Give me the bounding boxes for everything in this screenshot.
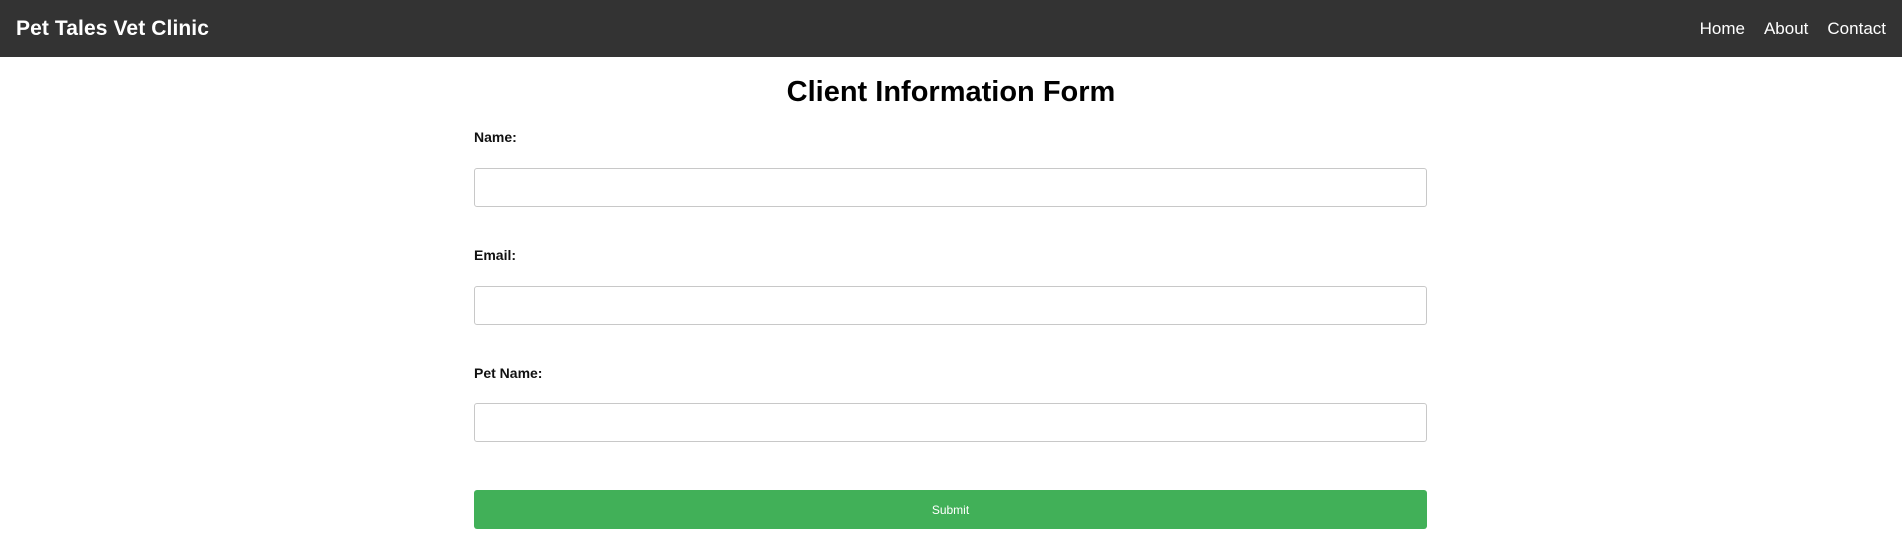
top-navbar: Pet Tales Vet Clinic Home About Contact	[0, 0, 1902, 57]
pet-name-input[interactable]	[474, 403, 1427, 442]
email-input[interactable]	[474, 286, 1427, 325]
site-brand[interactable]: Pet Tales Vet Clinic	[16, 17, 209, 41]
email-label: Email:	[474, 247, 517, 263]
nav-link-contact[interactable]: Contact	[1827, 19, 1886, 39]
page-title: Client Information Form	[786, 76, 1116, 108]
nav-links: Home About Contact	[1700, 19, 1886, 39]
name-label: Name:	[474, 129, 517, 145]
submit-button[interactable]: Submit	[474, 490, 1427, 529]
name-input[interactable]	[474, 168, 1427, 207]
pet-name-label: Pet Name:	[474, 365, 543, 381]
nav-link-about[interactable]: About	[1764, 19, 1808, 39]
nav-link-home[interactable]: Home	[1700, 19, 1745, 39]
